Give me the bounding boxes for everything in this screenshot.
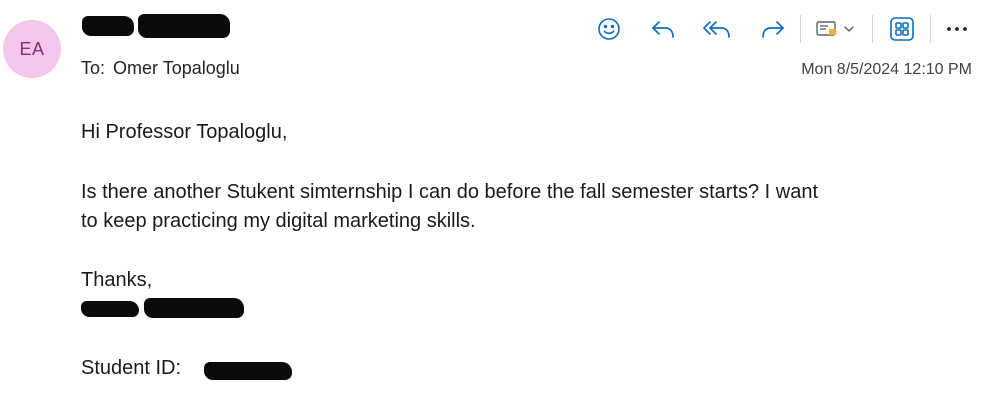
more-icon[interactable] [942,12,972,46]
chevron-down-icon[interactable] [843,24,855,34]
recipient-line: To: Omer Topaloglu [81,58,240,79]
toolbar-separator [872,15,873,43]
smiley-icon[interactable] [592,12,626,46]
avatar[interactable]: EA [3,20,61,78]
toolbar-separator [800,15,801,43]
signature-redacted [81,297,251,321]
forward-icon[interactable] [756,12,790,46]
toolbar-separator [930,15,931,43]
message-timestamp: Mon 8/5/2024 12:10 PM [801,61,972,78]
body-line-1: Is there another Stukent simternship I c… [81,181,819,203]
recipient-name[interactable]: Omer Topaloglu [113,58,240,78]
greeting-text: Hi Professor Topaloglu, [81,121,288,143]
sender-name-redacted [82,14,232,40]
apps-icon[interactable] [885,12,919,46]
closing-text: Thanks, [81,269,153,291]
message-toolbar [590,12,980,46]
student-id-label: Student ID: [81,357,182,379]
student-id-line: Student ID: [81,354,181,383]
student-id-redacted [204,362,292,380]
to-label: To: [81,58,106,78]
reply-all-icon[interactable] [700,12,734,46]
reply-icon[interactable] [646,12,680,46]
tag-icon[interactable] [810,12,860,46]
body-line-2: to keep practicing my digital marketing … [81,210,476,232]
